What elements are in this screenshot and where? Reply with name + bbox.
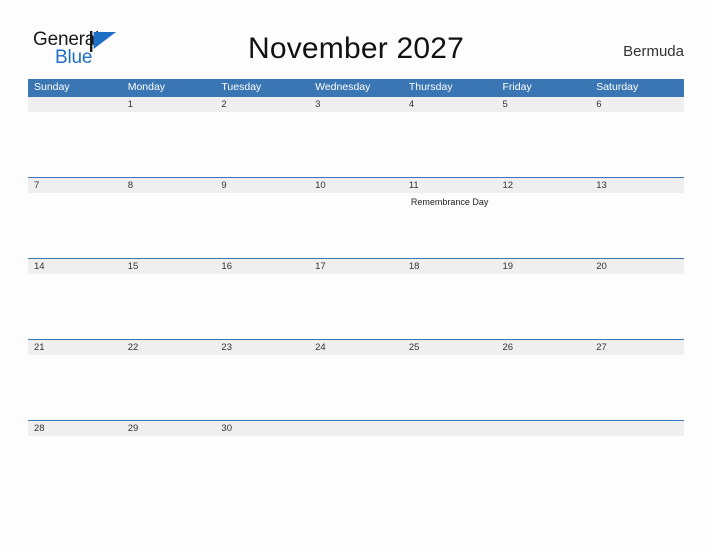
day-number[interactable]: 24	[309, 340, 403, 355]
day-number[interactable]: 27	[590, 340, 684, 355]
day-cell[interactable]	[28, 355, 122, 420]
calendar-week-row: 7 8 9 10 11 12 13 Remembrance Day	[28, 177, 684, 258]
day-cell[interactable]	[28, 436, 122, 501]
day-cell[interactable]	[497, 355, 591, 420]
weekday-header-monday: Monday	[127, 81, 166, 93]
day-cell[interactable]	[590, 193, 684, 258]
day-cell[interactable]	[497, 436, 591, 501]
calendar-location-label: Bermuda	[623, 43, 684, 60]
day-number[interactable]: 8	[122, 178, 216, 193]
calendar-week-row: 14 15 16 17 18 19 20	[28, 258, 684, 339]
day-number[interactable]: 13	[590, 178, 684, 193]
week-event-body: Remembrance Day	[28, 193, 684, 258]
day-number[interactable]: 25	[403, 340, 497, 355]
day-number[interactable]: 14	[28, 259, 122, 274]
day-cell[interactable]	[309, 436, 403, 501]
day-cell[interactable]	[403, 355, 497, 420]
weekday-header-tuesday: Tuesday	[221, 81, 262, 93]
calendar-week-row: 28 29 30	[28, 420, 684, 501]
day-cell[interactable]	[215, 112, 309, 177]
day-number[interactable]: 15	[122, 259, 216, 274]
day-cell[interactable]	[309, 112, 403, 177]
day-cell[interactable]	[215, 355, 309, 420]
day-cell[interactable]	[122, 355, 216, 420]
calendar-week-row: 21 22 23 24 25 26 27	[28, 339, 684, 420]
day-number[interactable]	[403, 421, 497, 436]
day-number[interactable]: 22	[122, 340, 216, 355]
week-daynumber-band: 1 2 3 4 5 6	[28, 96, 684, 112]
week-event-body	[28, 112, 684, 177]
day-cell[interactable]	[497, 274, 591, 339]
day-number[interactable]: 7	[28, 178, 122, 193]
day-number[interactable]	[497, 421, 591, 436]
weekday-header-thursday: Thursday	[408, 81, 453, 93]
day-cell[interactable]	[403, 274, 497, 339]
week-daynumber-band: 7 8 9 10 11 12 13	[28, 177, 684, 193]
day-number[interactable]: 12	[497, 178, 591, 193]
day-number[interactable]: 19	[497, 259, 591, 274]
day-number[interactable]: 2	[215, 97, 309, 112]
week-daynumber-band: 14 15 16 17 18 19 20	[28, 258, 684, 274]
page-header: General Blue November 2027 Bermuda	[0, 0, 712, 67]
day-number[interactable]: 6	[590, 97, 684, 112]
day-cell[interactable]	[497, 112, 591, 177]
day-cell[interactable]	[309, 274, 403, 339]
weekday-header-wednesday: Wednesday	[315, 81, 371, 93]
day-cell[interactable]	[590, 274, 684, 339]
weekday-header-saturday: Saturday	[596, 81, 639, 93]
day-cell[interactable]	[28, 193, 122, 258]
day-cell[interactable]	[215, 436, 309, 501]
day-cell[interactable]	[497, 193, 591, 258]
day-cell[interactable]	[590, 112, 684, 177]
day-number[interactable]: 10	[309, 178, 403, 193]
page-title: November 2027	[247, 32, 465, 65]
day-cell[interactable]	[28, 112, 122, 177]
day-event-text: Remembrance Day	[410, 197, 489, 207]
day-cell[interactable]	[122, 436, 216, 501]
day-cell[interactable]	[215, 274, 309, 339]
day-cell[interactable]	[590, 355, 684, 420]
day-number[interactable]: 28	[28, 421, 122, 436]
calendar-week-row: 1 2 3 4 5 6	[28, 96, 684, 177]
day-number[interactable]: 16	[215, 259, 309, 274]
weekday-header-sunday: Sunday	[34, 81, 70, 93]
day-cell[interactable]	[403, 112, 497, 177]
day-cell[interactable]	[590, 436, 684, 501]
day-cell[interactable]: Remembrance Day	[403, 193, 497, 258]
day-cell[interactable]	[122, 112, 216, 177]
day-cell[interactable]	[28, 274, 122, 339]
day-number[interactable]: 4	[403, 97, 497, 112]
weekday-header-row: Sunday Monday Tuesday Wednesday Thursday…	[28, 79, 684, 96]
day-number[interactable]: 17	[309, 259, 403, 274]
week-event-body	[28, 436, 684, 501]
week-event-body	[28, 274, 684, 339]
day-number[interactable]: 9	[215, 178, 309, 193]
day-number[interactable]: 11	[403, 178, 497, 193]
day-cell[interactable]	[122, 193, 216, 258]
week-event-body	[28, 355, 684, 420]
day-number[interactable]	[590, 421, 684, 436]
day-number[interactable]: 18	[403, 259, 497, 274]
day-number[interactable]	[28, 97, 122, 112]
week-daynumber-band: 28 29 30	[28, 420, 684, 436]
day-cell[interactable]	[215, 193, 309, 258]
weekday-header-friday: Friday	[502, 81, 532, 93]
day-cell[interactable]	[309, 355, 403, 420]
day-number[interactable]: 26	[497, 340, 591, 355]
day-cell[interactable]	[309, 193, 403, 258]
day-number[interactable]: 21	[28, 340, 122, 355]
day-cell[interactable]	[403, 436, 497, 501]
day-number[interactable]: 30	[215, 421, 309, 436]
day-number[interactable]: 1	[122, 97, 216, 112]
day-number[interactable]: 29	[122, 421, 216, 436]
day-number[interactable]: 20	[590, 259, 684, 274]
day-number[interactable]: 23	[215, 340, 309, 355]
day-number[interactable]	[309, 421, 403, 436]
week-daynumber-band: 21 22 23 24 25 26 27	[28, 339, 684, 355]
calendar-grid: Sunday Monday Tuesday Wednesday Thursday…	[28, 79, 684, 501]
day-number[interactable]: 3	[309, 97, 403, 112]
day-number[interactable]: 5	[497, 97, 591, 112]
day-cell[interactable]	[122, 274, 216, 339]
